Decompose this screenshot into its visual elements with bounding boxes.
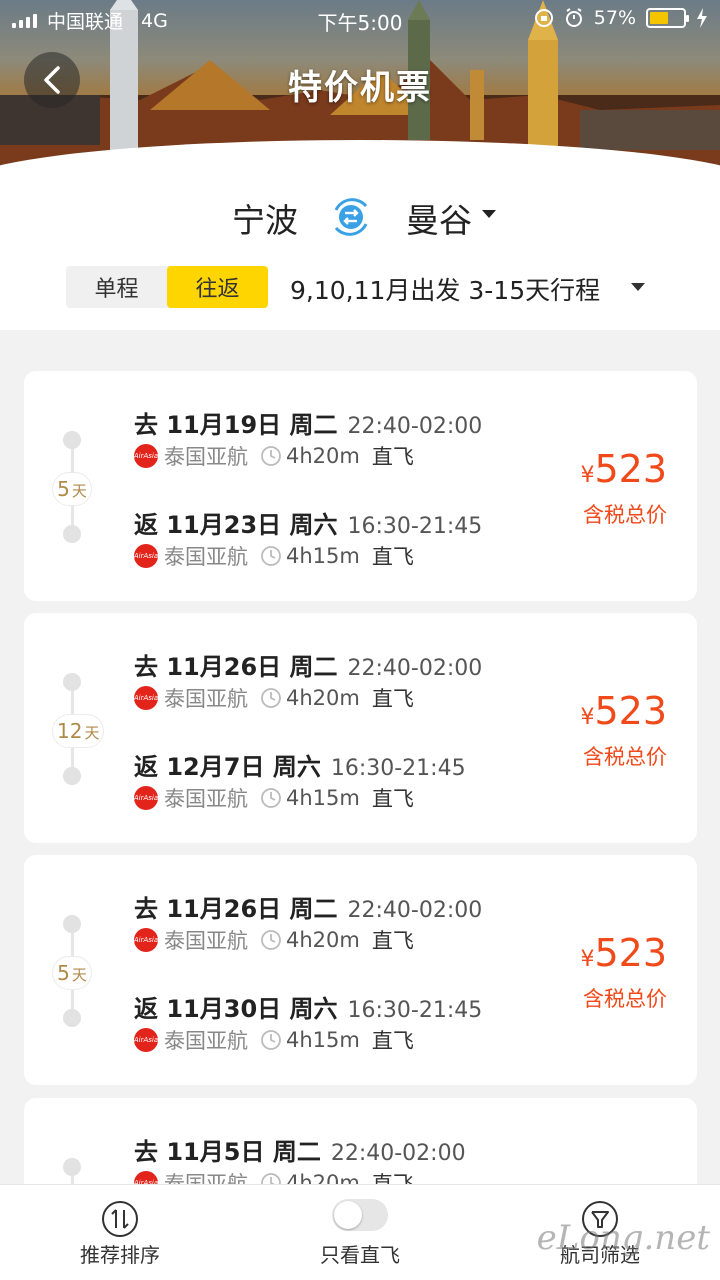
sort-button[interactable]: 推荐排序 <box>0 1185 240 1280</box>
airasia-logo-icon: AirAsia <box>134 544 158 568</box>
battery-percent: 57% <box>593 7 636 29</box>
departure-city[interactable]: 宁波 <box>232 194 298 242</box>
trip-timeline: 5天 <box>52 915 92 1027</box>
swap-icon[interactable] <box>326 192 376 242</box>
leg-time: 22:40-02:00 <box>347 656 483 681</box>
leg-info: AirAsia泰国亚航 4h20m 直飞 <box>134 441 414 471</box>
clock-icon <box>261 930 281 950</box>
leg-time: 22:40-02:00 <box>330 1141 466 1166</box>
battery-icon <box>646 8 689 28</box>
airline-name: 泰国亚航 <box>164 929 248 953</box>
leg-info: AirAsia泰国亚航 4h20m 直飞 <box>134 683 414 713</box>
clock-icon <box>261 688 281 708</box>
price-note: 含税总价 <box>583 987 667 1011</box>
watermark: eLong.net <box>536 1218 710 1258</box>
flight-duration: 4h15m <box>286 786 360 810</box>
flight-type: 直飞 <box>371 929 414 953</box>
trip-timeline: 5天 <box>52 431 92 543</box>
leg-info: AirAsia泰国亚航 4h20m 直飞 <box>134 925 414 955</box>
price: ¥523 <box>580 447 667 491</box>
leg-date: 去 11月26日 周二 22:40-02:00 <box>134 653 483 681</box>
flight-type: 直飞 <box>371 687 414 711</box>
tab-one-way[interactable]: 单程 <box>66 266 167 308</box>
flight-type: 直飞 <box>371 445 414 469</box>
trip-timeline: 12 天 <box>52 673 105 785</box>
clock-icon <box>261 1030 281 1050</box>
flight-type: 直飞 <box>371 545 414 569</box>
flight-duration: 4h15m <box>286 544 360 568</box>
trip-days-badge: 5天 <box>52 956 92 990</box>
trip-days-badge: 5天 <box>52 472 92 506</box>
leg-time: 22:40-02:00 <box>347 898 483 923</box>
page-title: 特价机票 <box>288 68 432 108</box>
caret-down-icon[interactable] <box>482 210 496 218</box>
direct-only-label: 只看直飞 <box>320 1243 400 1267</box>
status-bar: 中国联通 4G 下午5:00 57% <box>0 0 720 38</box>
price-note: 含税总价 <box>583 503 667 527</box>
leg-date: 去 11月5日 周二 22:40-02:00 <box>134 1138 466 1166</box>
alarm-icon <box>565 8 582 27</box>
caret-down-icon[interactable] <box>631 283 645 291</box>
airline-name: 泰国亚航 <box>164 1029 248 1053</box>
flight-type: 直飞 <box>371 1029 414 1053</box>
leg-time: 16:30-21:45 <box>347 998 483 1023</box>
flight-type: 直飞 <box>371 787 414 811</box>
leg-date: 返 11月30日 周六 16:30-21:45 <box>134 995 483 1023</box>
flight-result-card[interactable]: 5天去 11月26日 周二 22:40-02:00 AirAsia 泰国亚航 4h20m… <box>24 855 697 1085</box>
airasia-logo-icon: AirAsia <box>134 928 158 952</box>
leg-date: 返 11月23日 周六 16:30-21:45 <box>134 511 483 539</box>
tab-round-trip[interactable]: 往返 <box>167 266 268 308</box>
leg-time: 16:30-21:45 <box>347 514 483 539</box>
flight-duration: 4h15m <box>286 1028 360 1052</box>
leg-time: 22:40-02:00 <box>347 414 483 439</box>
airasia-logo-icon: AirAsia <box>134 686 158 710</box>
search-panel: 宁波 曼谷 单程 往返 9,10,11月出发 3-15天行程 <box>0 170 720 330</box>
flight-result-card[interactable]: 12 天去 11月26日 周二 22:40-02:00 AirAsia 泰国亚航 4h20… <box>24 613 697 843</box>
leg-info: AirAsia 泰国亚航 4h15m 直飞 <box>134 1025 414 1055</box>
airasia-logo-icon: AirAsia <box>134 786 158 810</box>
airline-name: 泰国亚航 <box>164 545 248 569</box>
flight-duration: 4h20m <box>286 928 360 952</box>
airasia-logo-icon: AirAsia <box>134 1028 158 1052</box>
sort-icon <box>102 1201 138 1237</box>
leg-date: 去 11月26日 周二 22:40-02:00 <box>134 895 483 923</box>
price: ¥523 <box>580 931 667 975</box>
destination-city[interactable]: 曼谷 <box>406 194 472 242</box>
trip-type-toggle: 单程 往返 <box>66 266 268 308</box>
leg-info: AirAsia 泰国亚航 4h15m 直飞 <box>134 783 414 813</box>
flight-duration: 4h20m <box>286 686 360 710</box>
sort-label: 推荐排序 <box>80 1243 160 1267</box>
leg-info: AirAsia 泰国亚航 4h15m 直飞 <box>134 541 414 571</box>
flight-duration: 4h20m <box>286 444 360 468</box>
charging-icon <box>697 8 707 28</box>
rotation-lock-icon <box>534 9 553 27</box>
price-note: 含税总价 <box>583 745 667 769</box>
airline-name: 泰国亚航 <box>164 445 248 469</box>
direct-only-switch[interactable] <box>332 1199 388 1231</box>
airline-name: 泰国亚航 <box>164 687 248 711</box>
direct-only-toggle[interactable]: 只看直飞 <box>240 1185 480 1280</box>
leg-date: 去 11月19日 周二 22:40-02:00 <box>134 411 483 439</box>
clock-icon <box>261 446 281 466</box>
airline-name: 泰国亚航 <box>164 787 248 811</box>
trip-filter-text[interactable]: 9,10,11月出发 3-15天行程 <box>290 271 600 307</box>
price: ¥523 <box>580 689 667 733</box>
clock-icon <box>261 788 281 808</box>
clock-icon <box>261 546 281 566</box>
airasia-logo-icon: AirAsia <box>134 444 158 468</box>
leg-time: 16:30-21:45 <box>330 756 466 781</box>
leg-date: 返 12月7日 周六 16:30-21:45 <box>134 753 466 781</box>
trip-days-badge: 12 天 <box>52 714 105 748</box>
flight-result-card[interactable]: 5天去 11月19日 周二 22:40-02:00 AirAsia 泰国亚航 4h20m… <box>24 371 697 601</box>
